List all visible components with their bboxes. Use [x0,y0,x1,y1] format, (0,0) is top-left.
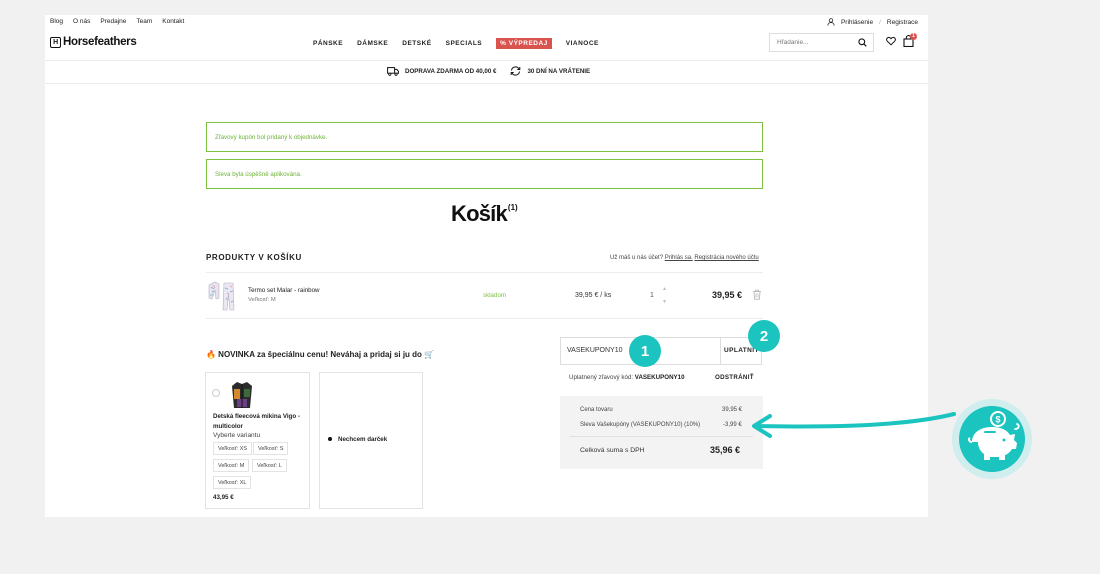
page-title: Košík(1) [451,201,518,227]
nav-men[interactable]: PÁNSKE [313,40,343,47]
cart-item-size: Veľkosť: M [248,297,276,303]
nav-women[interactable]: DÁMSKE [357,40,388,47]
login-prompt-link[interactable]: Prihlás sa. [665,255,693,261]
cart-count-badge: 1 [910,33,917,40]
nav-specials[interactable]: SPECIALS [446,40,483,47]
top-link-blog[interactable]: Blog [50,18,63,25]
promo-product-price: 43,95 € [213,494,234,501]
no-gift-label: Nechcem darček [338,436,388,443]
size-chip-xl[interactable]: Veľkosť: XL [213,476,252,489]
top-link-contact[interactable]: Kontakt [162,18,184,25]
products-heading: PRODUKTY V KOŠÍKU [206,253,302,262]
promo-heading: 🔥 NOVINKA za špeciálnu cenu! Neváhaj a p… [206,350,435,359]
account-links: Prihlásenie / Registrace [827,18,918,26]
total-label: Celková suma s DPH [580,447,645,454]
cart-item-unit-price: 39,95 € / ks [575,292,612,299]
brand-name: Horsefeathers [63,36,137,48]
cart-item-name[interactable]: Termo set Malar - rainbow [248,287,320,294]
login-prompt-text: Už máš u nás účet? [610,255,664,261]
logo-mark-icon: H [50,36,61,48]
quantity-down-icon[interactable]: ▼ [662,299,667,305]
trash-icon[interactable] [752,289,762,300]
truck-icon [387,66,399,76]
main-nav: PÁNSKE DÁMSKE DETSKÉ SPECIALS % VÝPREDAJ… [313,38,599,49]
products-divider-bottom [206,318,763,319]
shipping-strip: DOPRAVA ZDARMA OD 40,00 € 30 DNÍ NA VRÁT… [387,66,590,76]
promo-product-image[interactable] [230,379,254,409]
applied-coupon-code: VASEKUPONY10 [634,374,685,381]
refresh-icon [511,66,521,76]
returns-info: 30 DNÍ NA VRÁTENIE [510,66,590,76]
top-links: Blog O nás Predajne Team Kontakt [50,18,184,25]
nav-kids[interactable]: DETSKÉ [402,40,431,47]
page-title-text: Košík [451,201,508,226]
size-chip-l[interactable]: Veľkosť: L [252,459,287,472]
no-gift-radio[interactable] [328,437,332,441]
register-link[interactable]: Registrace [887,19,918,26]
wishlist-heart-icon[interactable] [886,36,896,46]
header-divider [45,60,928,61]
free-shipping-text: DOPRAVA ZDARMA OD 40,00 € [405,67,497,75]
applied-coupon-label: Uplatnený zľavový kód: [569,374,634,381]
search-placeholder: Hľadanie... [777,39,809,46]
size-chip-xs[interactable]: Veľkosť: XS [213,442,253,455]
step-badge-1: 1 [629,335,661,367]
products-divider-top [206,272,763,273]
top-link-about[interactable]: O nás [73,18,90,25]
user-icon [827,18,835,26]
login-link[interactable]: Prihlásenie [841,19,873,26]
discount-value: -3,99 € [723,422,742,428]
cart-item-total: 39,95 € [712,290,743,300]
applied-coupon: Uplatnený zľavový kód: VASEKUPONY10 [569,374,685,381]
top-link-stores[interactable]: Predajne [100,18,126,25]
brand-logo[interactable]: H Horsefeathers [50,36,137,48]
coupon-added-alert: Zľavový kupón bol pridaný k objednávke. [206,122,763,152]
discount-label: Sleva Vašekupóny (VASEKUPONY10) (10%) [580,422,701,428]
discount-applied-alert: Sleva byla úspěšně aplikována. [206,159,763,189]
total-value: 35,96 € [710,445,741,455]
search-input[interactable]: Hľadanie... [769,33,874,52]
goods-price-value: 39,95 € [722,407,743,413]
size-chip-s[interactable]: Veľkosť: S [253,442,289,455]
coupon-divider [720,338,721,364]
promo-product-name[interactable]: Detská fleecová mikina Vigo - multicolor [213,412,305,432]
nav-sale[interactable]: % VÝPREDAJ [496,38,552,49]
piggy-bank-icon: $ [952,399,1032,479]
page-title-count: (1) [507,203,518,212]
coupon-input-value: VASEKUPONY10 [567,347,623,354]
step-badge-2: 2 [748,320,780,352]
remove-coupon-button[interactable]: ODSTRÁNIŤ [715,374,754,381]
goods-price-label: Cena tovaru [580,407,613,413]
nav-christmas[interactable]: VIANOCE [566,40,599,47]
search-icon[interactable] [858,38,867,47]
top-link-team[interactable]: Team [136,18,152,25]
cart-item-stock: skladom [483,292,507,299]
promo-radio[interactable] [212,389,220,397]
promo-variant-label: Vyberte variantu [213,432,261,439]
quantity-input[interactable]: 1 [650,292,654,299]
annotation-arrow-icon [752,412,956,438]
returns-text: 30 DNÍ NA VRÁTENIE [527,67,591,75]
summary-divider [570,436,753,437]
product-thumbnail[interactable] [206,280,239,312]
quantity-up-icon[interactable]: ▲ [662,286,667,292]
register-prompt-link[interactable]: Registrácia nového účtu [694,255,758,261]
shipping-divider [45,83,928,84]
svg-text:$: $ [995,415,1000,425]
free-shipping: DOPRAVA ZDARMA OD 40,00 € [387,66,497,76]
size-chip-m[interactable]: Veľkosť: M [213,459,250,472]
login-prompt: Už máš u nás účet? Prihlás sa. Registrác… [610,255,759,261]
account-separator: / [879,18,881,26]
